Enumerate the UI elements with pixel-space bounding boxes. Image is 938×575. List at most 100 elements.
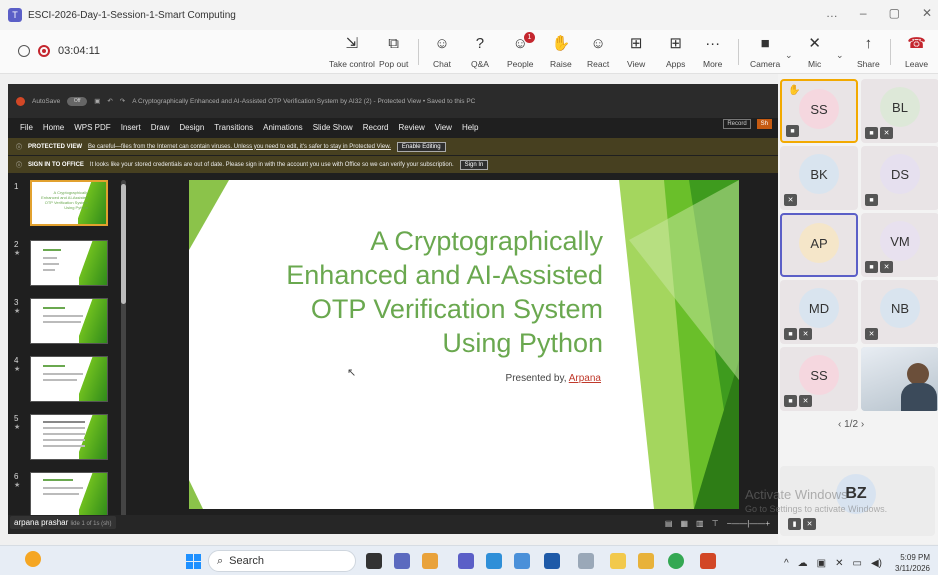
ribbon-tab[interactable]: Home (43, 123, 64, 132)
reading-view-icon[interactable]: ⊤ (712, 519, 719, 528)
view-button[interactable]: ⊞ View (627, 34, 645, 69)
ribbon-tab[interactable]: Help (462, 123, 478, 132)
thumbnail-scrollbar[interactable] (121, 180, 126, 518)
participant-tile[interactable]: MD ■ ✕ (780, 280, 858, 344)
teams-taskbar-icon[interactable] (458, 553, 474, 569)
taskbar-clock[interactable]: 5:09 PM 3/11/2026 (895, 552, 930, 574)
more-options-icon[interactable]: … (826, 6, 838, 20)
app-icon[interactable] (486, 553, 502, 569)
avatar: SS (799, 89, 839, 129)
ppt-doc-title: A Cryptographically Enhanced and AI-Assi… (132, 97, 476, 105)
participant-tile[interactable]: AP (780, 213, 858, 277)
enable-editing-button[interactable]: Enable Editing (396, 141, 446, 152)
app-icon[interactable] (394, 553, 410, 569)
participant-video-tile[interactable] (861, 347, 938, 411)
slide-thumbnail[interactable] (30, 298, 108, 344)
app-icon[interactable] (422, 553, 438, 569)
minimize-icon[interactable]: – (860, 6, 867, 20)
taskview-icon[interactable] (366, 553, 382, 569)
react-button[interactable]: ☺ React (587, 34, 609, 69)
raise-hand-button[interactable]: ✋ Raise (550, 34, 572, 69)
app-icon[interactable] (610, 553, 626, 569)
share-button[interactable]: ↑ Share (857, 34, 880, 69)
ribbon-tab[interactable]: WPS PDF (74, 123, 110, 132)
apps-button[interactable]: ⊞ Apps (666, 34, 685, 69)
avatar: BL (880, 87, 920, 127)
ribbon-tab[interactable]: Insert (121, 123, 141, 132)
ribbon-tab[interactable]: File (20, 123, 33, 132)
weather-widget-icon[interactable] (25, 551, 41, 567)
app-icon[interactable] (578, 553, 594, 569)
undo-icon[interactable]: ↶ (107, 97, 112, 105)
slide-thumbnail[interactable] (30, 356, 108, 402)
save-icon[interactable]: ▣ (94, 97, 100, 105)
ribbon-tab[interactable]: Slide Show (313, 123, 353, 132)
app-icon[interactable] (514, 553, 530, 569)
apps-icon: ⊞ (669, 35, 682, 52)
slide-thumbnail[interactable] (30, 472, 108, 518)
volume-icon[interactable]: ◀) (871, 558, 882, 569)
qa-button[interactable]: ? Q&A (471, 34, 489, 69)
slide-number: 3 ★ (14, 298, 21, 315)
close-icon[interactable]: ✕ (922, 6, 932, 20)
chrome-icon[interactable] (668, 553, 684, 569)
gallery-pager[interactable]: ‹ 1/2 › (838, 419, 864, 430)
raise-hand-icon: ✋ (551, 35, 571, 52)
participant-tile[interactable]: SS ■ ✕ (780, 347, 858, 411)
mic-options-chevron-icon[interactable]: ⌄ (836, 50, 844, 61)
chevron-up-icon[interactable]: ^ (784, 558, 789, 569)
avatar: SS (799, 355, 839, 395)
pop-out-button[interactable]: ⧉ Pop out (379, 34, 408, 69)
people-button[interactable]: ☺ 1 People (507, 32, 535, 69)
take-control-button[interactable]: ⇲ Take control (329, 34, 375, 69)
app-icon[interactable] (544, 553, 560, 569)
participant-tile[interactable]: VM ■ ✕ (861, 213, 938, 277)
participant-tile[interactable]: BL ■ ✕ (861, 79, 938, 143)
next-page-icon[interactable]: › (861, 419, 864, 430)
meeting-timer: 03:04:11 (58, 45, 101, 57)
camera-options-chevron-icon[interactable]: ⌄ (785, 50, 793, 61)
ribbon-tab[interactable]: Review (399, 123, 425, 132)
more-button[interactable]: ··· More (703, 34, 722, 69)
camera-button[interactable]: ■ Camera (750, 34, 780, 69)
avatar: BK (799, 154, 839, 194)
ribbon-tab[interactable]: Record (363, 123, 389, 132)
participant-tile[interactable]: BK ✕ (780, 146, 858, 210)
mic-button[interactable]: ✕ Mic (808, 34, 821, 69)
ribbon-tab[interactable]: Animations (263, 123, 303, 132)
participant-tile[interactable]: ✋ SS ■ (780, 79, 858, 143)
mic-muted-tray-icon[interactable]: ✕ (835, 558, 843, 569)
ppt-share-button[interactable]: Sh (756, 119, 772, 129)
slide-thumbnail[interactable] (30, 414, 108, 460)
slide-thumbnail[interactable] (30, 240, 108, 286)
zoom-slider[interactable]: −——|——+ (727, 519, 770, 528)
taskbar-search[interactable]: ⌕ Search (208, 550, 356, 572)
windows-start-icon[interactable] (186, 554, 201, 569)
leave-button[interactable]: ☎ Leave (905, 34, 928, 69)
app-tray-icon[interactable]: ▣ (817, 558, 826, 569)
ribbon-tab[interactable]: View (435, 123, 452, 132)
slide-thumbnail[interactable]: A Cryptographically Enhanced and AI-Assi… (30, 180, 108, 226)
ribbon-tab[interactable]: Transitions (214, 123, 253, 132)
ribbon-tab[interactable]: Draw (151, 123, 170, 132)
display-icon[interactable]: ▭ (853, 558, 862, 569)
maximize-icon[interactable]: ▢ (889, 6, 900, 20)
chat-button[interactable]: ☺ Chat (433, 34, 451, 69)
normal-view-icon[interactable]: ▦ (680, 519, 688, 528)
redo-icon[interactable]: ↷ (120, 97, 125, 105)
windows-taskbar: ⌕ Search ^ ☁ ▣ ✕ ▭ ◀) 5:09 PM 3/11/2026 (0, 545, 938, 575)
ppt-view-controls: ▤ ▦ ▥ ⊤ −——|——+ (665, 519, 770, 528)
cloud-icon[interactable]: ☁ (798, 558, 808, 569)
ribbon-tab[interactable]: Design (179, 123, 204, 132)
participant-tile[interactable]: NB ✕ (861, 280, 938, 344)
sign-in-button[interactable]: Sign In (459, 159, 489, 170)
prev-page-icon[interactable]: ‹ (838, 419, 841, 430)
powerpoint-taskbar-icon[interactable] (700, 553, 716, 569)
file-explorer-icon[interactable] (638, 553, 654, 569)
slide-sorter-icon[interactable]: ▥ (696, 519, 704, 528)
scrollbar-thumb[interactable] (121, 184, 126, 304)
record-button[interactable]: Record (723, 119, 751, 129)
autosave-toggle[interactable]: Off (67, 96, 88, 106)
notes-icon[interactable]: ▤ (665, 519, 673, 528)
participant-tile[interactable]: DS ■ (861, 146, 938, 210)
